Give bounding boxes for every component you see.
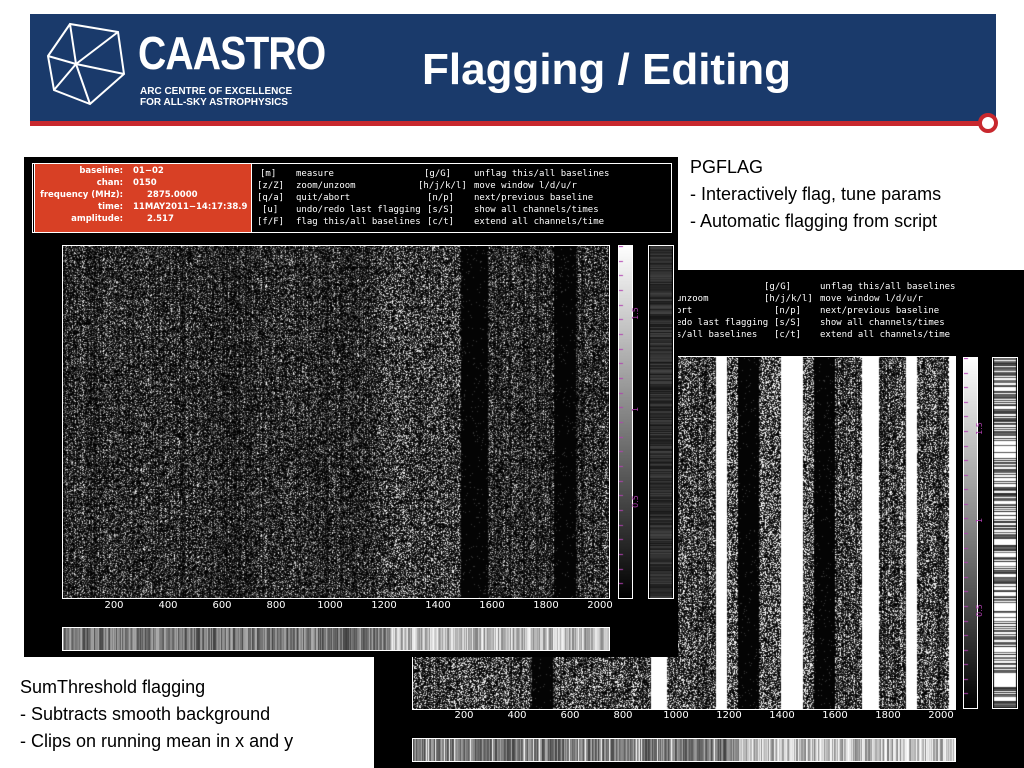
x-tick-label: 1000 <box>663 710 689 721</box>
cmd-key: [n/p] <box>774 306 802 316</box>
pgflag-bullet-2: - Automatic flagging from script <box>690 211 938 231</box>
colorbar-tick-label: 1.5 <box>974 422 984 435</box>
info-label-amplitude: amplitude: <box>71 214 123 224</box>
slide-title: Flagging / Editing <box>422 45 792 94</box>
pgflag-heading: PGFLAG <box>690 157 764 177</box>
waterfall-plot-raw[interactable] <box>62 245 610 599</box>
sumthreshold-bullet-1: - Subtracts smooth background <box>20 704 271 724</box>
info-label-chan: chan: <box>96 178 123 188</box>
cmd-desc: flag this/all baselines <box>296 217 421 227</box>
cmd-desc: ort <box>676 306 693 316</box>
cmd-desc: quit/abort <box>296 193 351 203</box>
pgflag-window: baseline: 01−02 chan: 0150 frequency (MH… <box>24 157 678 657</box>
time-spectrum-strip <box>992 357 1018 709</box>
x-tick-label: 1200 <box>371 600 397 611</box>
x-tick-label: 400 <box>158 600 178 611</box>
x-tick-label: 1200 <box>716 710 742 721</box>
info-value-baseline: 01−02 <box>133 166 164 176</box>
cmd-desc: move window l/d/u/r <box>820 294 923 304</box>
cmd-key: [h/j/k/l] <box>418 181 467 191</box>
pgflag-bullet-1: - Interactively flag, tune params <box>690 184 942 204</box>
cmd-key-undo: [u] <box>262 205 279 215</box>
cmd-desc: show all channels/times <box>820 318 945 328</box>
x-tick-label: 1600 <box>479 600 505 611</box>
info-value-time: 11MAY2011−14:17:38.9 <box>133 202 248 212</box>
info-label-baseline: baseline: <box>79 166 123 176</box>
colorbar-tick-label: 0.5 <box>630 495 640 508</box>
colorbar-tick-label: 1 <box>631 406 641 413</box>
x-tick-label: 1800 <box>533 600 559 611</box>
x-tick-label: 400 <box>507 710 527 721</box>
x-tick-label: 1400 <box>425 600 451 611</box>
logo-subtitle-line1: ARC CENTRE OF EXCELLENCE <box>140 86 293 97</box>
cmd-key: [s/S] <box>774 318 802 328</box>
x-tick-label: 2000 <box>928 710 954 721</box>
colorbar <box>963 357 978 709</box>
x-tick-label: 1800 <box>875 710 901 721</box>
x-tick-label: 1400 <box>769 710 795 721</box>
cmd-desc: measure <box>296 169 334 179</box>
cmd-desc: s/all baselines <box>676 330 758 340</box>
info-value-amplitude: 2.517 <box>147 214 174 224</box>
colorbar-tick-label: 1.5 <box>630 307 640 320</box>
info-value-frequency: 2875.0000 <box>147 190 198 200</box>
x-tick-label: 800 <box>613 710 633 721</box>
cmd-desc: undo/redo last flagging <box>296 205 421 215</box>
cmd-key: [n/p] <box>427 193 455 203</box>
x-tick-label: 1000 <box>317 600 343 611</box>
info-panel: baseline: 01−02 chan: 0150 frequency (MH… <box>34 163 252 233</box>
x-tick-label: 600 <box>212 600 232 611</box>
cmd-key: [h/j/k/l] <box>764 294 813 304</box>
cmd-key: [c/t] <box>427 217 455 227</box>
x-tick-label: 800 <box>266 600 286 611</box>
banner-accent-line <box>30 121 990 126</box>
x-tick-label: 200 <box>454 710 474 721</box>
x-tick-label: 1600 <box>822 710 848 721</box>
colorbar <box>618 245 633 599</box>
time-spectrum-strip <box>648 245 674 599</box>
info-value-chan: 0150 <box>133 178 157 188</box>
logo-name: CAASTRO <box>138 27 326 79</box>
cmd-key-flag: [f/F] <box>257 217 285 227</box>
cmd-desc: next/previous baseline <box>820 306 940 316</box>
cmd-key: [s/S] <box>427 205 455 215</box>
cmd-key-zoom: [z/Z] <box>257 181 285 191</box>
cmd-desc: unflag this/all baselines <box>474 169 610 179</box>
cmd-desc: zoom/unzoom <box>296 181 356 191</box>
cmd-desc: move window l/d/u/r <box>474 181 577 191</box>
polyhedron-icon <box>46 22 126 106</box>
cmd-key: [c/t] <box>774 330 802 340</box>
info-label-time: time: <box>98 202 123 212</box>
colorbar-tick-label: 1 <box>975 517 985 524</box>
cmd-desc: show all channels/times <box>474 205 599 215</box>
banner-accent-dot <box>978 113 998 133</box>
cmd-key: [g/G] <box>764 282 792 292</box>
cmd-desc: edo last flagging <box>676 318 769 328</box>
cmd-desc: unzoom <box>676 294 709 304</box>
cmd-key: [g/G] <box>424 169 452 179</box>
cmd-desc: unflag this/all baselines <box>820 282 956 292</box>
x-tick-label: 200 <box>104 600 124 611</box>
info-label-frequency: frequency (MHz): <box>40 190 123 200</box>
cmd-desc: extend all channels/time <box>474 217 605 227</box>
x-tick-label: 600 <box>560 710 580 721</box>
cmd-key-measure: [m] <box>260 169 277 179</box>
sumthreshold-bullet-2: - Clips on running mean in x and y <box>20 731 294 751</box>
cmd-desc: next/previous baseline <box>474 193 594 203</box>
cmd-key-quit: [q/a] <box>257 193 285 203</box>
x-tick-label: 2000 <box>587 600 613 611</box>
logo-subtitle-line2: FOR ALL-SKY ASTROPHYSICS <box>140 97 288 108</box>
colorbar-tick-label: 0.5 <box>974 604 984 617</box>
channel-spectrum-strip <box>62 627 610 651</box>
sumthreshold-heading: SumThreshold flagging <box>20 677 206 697</box>
cmd-desc: extend all channels/time <box>820 330 951 340</box>
channel-spectrum-strip <box>412 738 956 762</box>
